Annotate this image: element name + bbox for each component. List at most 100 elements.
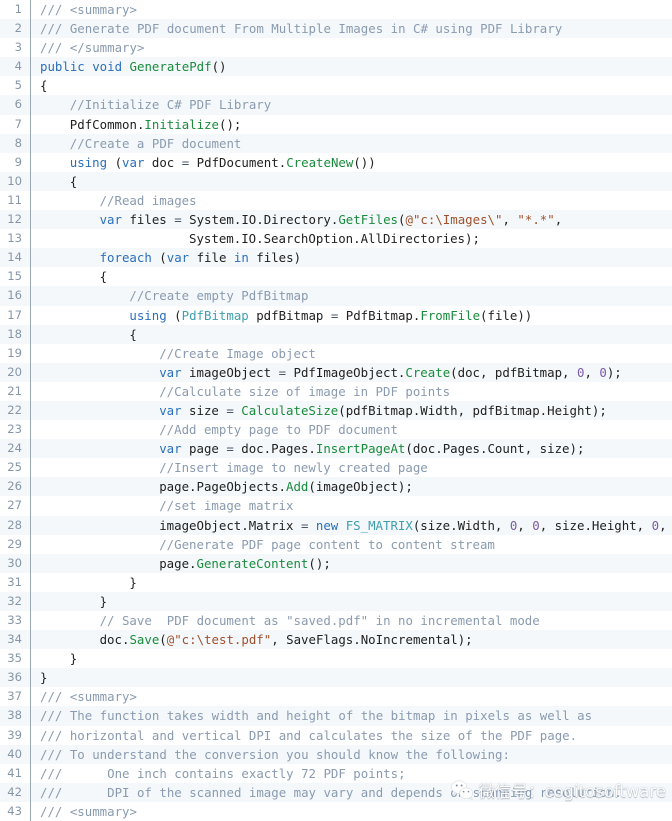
code-line[interactable]: 1 /// <summary> [0, 0, 672, 19]
code-line[interactable]: 30 page.GenerateContent(); [0, 553, 672, 573]
code-line[interactable]: 41 /// One inch contains exactly 72 PDF p… [0, 764, 672, 783]
code-line[interactable]: 7 PdfCommon.Initialize(); [0, 115, 672, 134]
code-token-punc: } [99, 593, 108, 609]
code-token-cmt: //Read images [99, 192, 197, 208]
code-line[interactable]: 39 /// horizontal and vertical DPI and ca… [0, 726, 672, 745]
code-token-punc: { [129, 326, 137, 342]
code-line[interactable]: 24 var page = doc.Pages.InsertPageAt(doc.… [0, 439, 672, 459]
line-content: /// DPI of the scanned image may vary an… [40, 783, 622, 802]
line-number: 14 [7, 250, 22, 265]
line-number: 30 [7, 555, 22, 570]
code-line[interactable]: 40 /// To understand the conversion you s… [0, 744, 672, 764]
line-number: 25 [7, 460, 22, 475]
code-token-plain: page [181, 441, 227, 457]
code-token-plain: System.IO.SearchOption.AllDirectories [189, 231, 466, 247]
line-content: page.PageObjects.Add(imageObject); [159, 477, 413, 496]
code-token-num: 0 [651, 517, 660, 533]
code-line[interactable]: 28 imageObject.Matrix = new FS_MATRIX(siz… [0, 515, 672, 535]
line-number: 11 [7, 192, 22, 207]
code-token-xdoc: /// <summary> [40, 803, 137, 819]
line-number: 6 [14, 97, 22, 112]
code-token-cmt: //Create empty PdfBitmap [129, 288, 309, 304]
code-token-cmt: //Initialize C# PDF Library [69, 97, 272, 113]
code-line[interactable]: 23 //Add empty page to PDF document [0, 420, 672, 439]
line-content: } [70, 649, 77, 668]
code-line[interactable]: 9 using (var doc = PdfDocument.CreateNew(… [0, 153, 672, 172]
code-line[interactable]: 16 //Create empty PdfBitmap [0, 286, 672, 306]
code-line[interactable]: 17 using (PdfBitmap pdfBitmap = PdfBitmap… [0, 306, 672, 325]
code-token-punc: (file)) [480, 307, 533, 323]
code-line[interactable]: 36} [0, 668, 672, 688]
code-token-kw: using [69, 154, 115, 170]
code-line[interactable]: 33 // Save PDF document as "saved.pdf" in… [0, 611, 672, 630]
code-line-container[interactable]: 1 /// <summary> 2 /// Generate PDF document… [0, 0, 672, 821]
code-line[interactable]: 3 /// </summary> [0, 38, 672, 57]
code-line[interactable]: 42 /// DPI of the scanned image may vary … [0, 782, 672, 802]
line-content: } [40, 668, 47, 687]
code-line[interactable]: 32} [0, 591, 672, 611]
code-token-punc: { [40, 78, 48, 94]
code-token-plain: doc [99, 632, 122, 648]
code-line[interactable]: 25 //Insert image to newly created page [0, 458, 672, 477]
code-line[interactable]: 4 public void GeneratePdf() [0, 57, 672, 77]
code-line[interactable]: 13 System.IO.SearchOption.AllDirectories)… [0, 229, 672, 248]
line-number: 16 [7, 288, 22, 303]
code-token-cmt: //Insert image to newly created page [159, 460, 428, 476]
line-content: /// horizontal and vertical DPI and calc… [40, 726, 577, 745]
code-token-xdoc: /// <summary> [40, 689, 137, 705]
code-token-kw: var [99, 212, 122, 228]
code-line[interactable]: 14 foreach (var file in files) [0, 248, 672, 268]
line-number: 10 [7, 173, 22, 188]
code-token-fn: GetFiles [338, 212, 399, 228]
code-line[interactable]: 43 /// <summary> [0, 802, 672, 821]
code-line[interactable]: 26 page.PageObjects.Add(imageObject); [0, 477, 672, 497]
code-line[interactable]: 34 doc.Save(@"c:\test.pdf", SaveFlags.NoI… [0, 630, 672, 650]
code-token-punc: { [99, 269, 108, 285]
code-line[interactable]: 18 { [0, 324, 672, 344]
code-token-punc: . [189, 555, 197, 571]
code-token-plain: PdfBitmap [345, 307, 413, 323]
line-number: 19 [7, 345, 22, 360]
code-line[interactable]: 22 var size = CalculateSize(pdfBitmap.Wid… [0, 400, 672, 421]
code-token-fn: GeneratePdf [129, 59, 212, 75]
line-number: 8 [14, 135, 22, 150]
code-line[interactable]: 2 /// Generate PDF document From Multiple… [0, 19, 672, 39]
line-content: /// To understand the conversion you sho… [40, 745, 510, 764]
code-token-punc: ); [465, 231, 480, 247]
code-line[interactable]: 37 /// <summary> [0, 687, 672, 706]
line-content: //Create empty PdfBitmap [129, 286, 308, 305]
code-line[interactable]: 29 //Generate PDF page content to content… [0, 535, 672, 554]
code-line[interactable]: 15 { [0, 267, 672, 286]
code-line[interactable]: 10 { [0, 171, 672, 191]
code-line[interactable]: 27 //set image matrix [0, 496, 672, 515]
line-number: 21 [7, 383, 22, 398]
line-number: 7 [14, 116, 22, 131]
code-line[interactable]: 12 var files = System.IO.Directory.GetFil… [0, 210, 672, 230]
code-token-kw: foreach [99, 250, 160, 266]
code-line[interactable]: 8 //Create a PDF document [0, 133, 672, 153]
code-token-cmt: // Save PDF document as "saved.pdf" in n… [99, 613, 540, 628]
code-token-punc: (doc.Pages.Count, size); [405, 441, 585, 457]
line-content: /// <summary> [40, 0, 137, 19]
code-token-plain: doc.Pages [241, 441, 309, 457]
code-token-cmt: //set image matrix [159, 498, 294, 514]
code-line[interactable]: 11 //Read images [0, 191, 672, 210]
code-token-fn: GenerateContent [196, 555, 309, 571]
code-line[interactable]: 31} [0, 573, 672, 592]
code-token-punc: (doc, pdfBitmap, [450, 364, 577, 380]
line-content: { [129, 325, 136, 344]
line-content: //set image matrix [159, 496, 293, 515]
code-line[interactable]: 35} [0, 649, 672, 668]
line-number: 12 [7, 212, 22, 227]
code-line[interactable]: 5{ [0, 76, 672, 95]
line-content: //Calculate size of image in PDF points [159, 382, 450, 401]
code-line[interactable]: 38 /// The function takes width and heigh… [0, 706, 672, 726]
line-content: /// <summary> [40, 802, 137, 821]
code-token-plain: PdfCommon [69, 116, 137, 132]
code-line[interactable]: 20 var imageObject = PdfImageObject.Creat… [0, 362, 672, 382]
line-content: { [100, 267, 107, 286]
code-token-punc: , [584, 364, 600, 380]
code-line[interactable]: 21 //Calculate size of image in PDF point… [0, 382, 672, 401]
code-line[interactable]: 6 //Initialize C# PDF Library [0, 95, 672, 115]
code-line[interactable]: 19 //Create Image object [0, 344, 672, 363]
